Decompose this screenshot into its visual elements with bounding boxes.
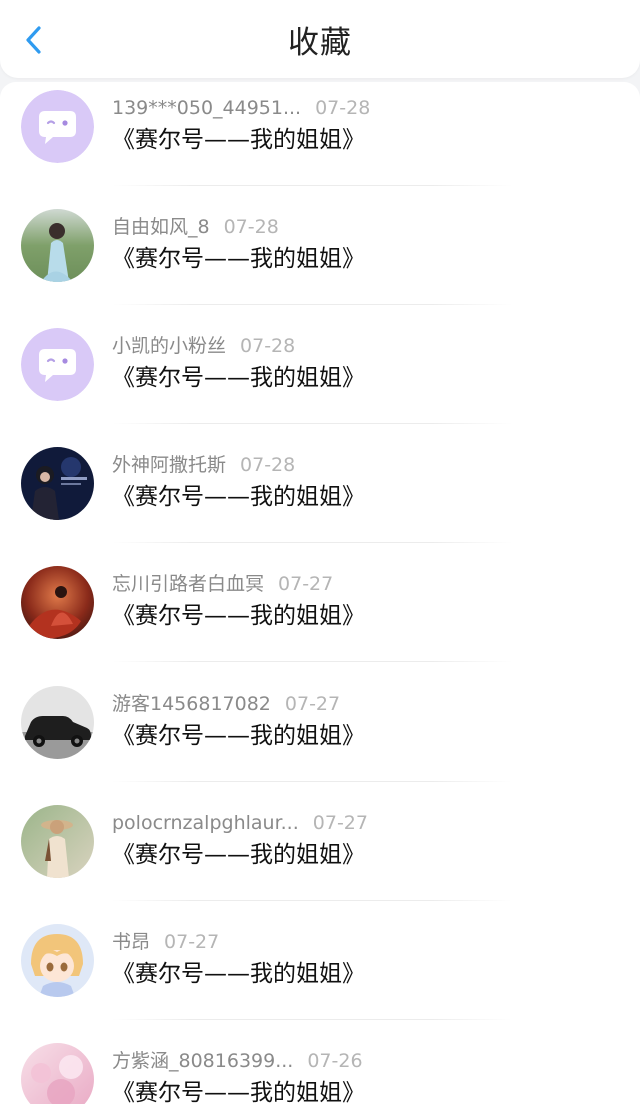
list-item[interactable]: 小凯的小粉丝 07-28 《赛尔号——我的姐姐》 xyxy=(0,320,640,439)
username: 方紫涵_80816399... xyxy=(112,1050,294,1072)
item-date: 07-28 xyxy=(240,454,296,476)
list-item[interactable]: 忘川引路者白血冥 07-27 《赛尔号——我的姐姐》 xyxy=(0,558,640,677)
item-date: 07-28 xyxy=(240,335,296,357)
item-date: 07-27 xyxy=(312,812,368,834)
list-item[interactable]: polocrnzalpghlaur... 07-27 《赛尔号——我的姐姐》 xyxy=(0,797,640,916)
photo-avatar-icon xyxy=(21,447,94,520)
avatar xyxy=(21,686,94,759)
photo-avatar-icon xyxy=(21,686,94,759)
divider xyxy=(112,423,512,424)
list-item[interactable]: 外神阿撒托斯 07-28 《赛尔号——我的姐姐》 xyxy=(0,439,640,558)
photo-avatar-icon xyxy=(21,805,94,878)
list-item[interactable]: 游客1456817082 07-27 《赛尔号——我的姐姐》 xyxy=(0,678,640,797)
work-title: 《赛尔号——我的姐姐》 xyxy=(112,484,365,510)
item-date: 07-26 xyxy=(307,1050,363,1072)
username: 游客1456817082 xyxy=(112,693,271,715)
username: 外神阿撒托斯 xyxy=(112,454,227,476)
item-date: 07-28 xyxy=(223,216,279,238)
default-chat-avatar-icon xyxy=(21,328,94,401)
divider xyxy=(112,304,512,305)
work-title: 《赛尔号——我的姐姐》 xyxy=(112,1080,365,1104)
default-chat-avatar-icon xyxy=(21,90,94,163)
work-title: 《赛尔号——我的姐姐》 xyxy=(112,842,365,868)
item-date: 07-27 xyxy=(278,573,334,595)
list-item[interactable]: 书昂 07-27 《赛尔号——我的姐姐》 xyxy=(0,916,640,1035)
favorites-list: 139***050_44951... 07-28 《赛尔号——我的姐姐》 自由如… xyxy=(0,82,640,1104)
avatar xyxy=(21,328,94,401)
photo-avatar-icon xyxy=(21,1043,94,1104)
page-title: 收藏 xyxy=(288,25,352,61)
item-meta: 忘川引路者白血冥 07-27 xyxy=(112,570,333,598)
photo-avatar-icon xyxy=(21,209,94,282)
divider xyxy=(112,781,512,782)
item-meta: 139***050_44951... 07-28 xyxy=(112,94,370,122)
username: 139***050_44951... xyxy=(112,97,302,119)
divider xyxy=(112,542,512,543)
avatar xyxy=(21,1043,94,1104)
item-meta: 小凯的小粉丝 07-28 xyxy=(112,332,295,360)
item-meta: 自由如风_8 07-28 xyxy=(112,213,279,241)
avatar xyxy=(21,447,94,520)
work-title: 《赛尔号——我的姐姐》 xyxy=(112,603,365,629)
item-date: 07-27 xyxy=(284,693,341,715)
divider xyxy=(112,185,512,186)
item-date: 07-27 xyxy=(164,931,220,953)
photo-avatar-icon xyxy=(21,566,94,639)
work-title: 《赛尔号——我的姐姐》 xyxy=(112,246,365,272)
work-title: 《赛尔号——我的姐姐》 xyxy=(112,127,365,153)
username: 书昂 xyxy=(112,931,151,953)
work-title: 《赛尔号——我的姐姐》 xyxy=(112,961,365,987)
work-title: 《赛尔号——我的姐姐》 xyxy=(112,365,365,391)
username: 小凯的小粉丝 xyxy=(112,335,227,357)
divider xyxy=(112,661,512,662)
item-date: 07-28 xyxy=(315,97,371,119)
work-title: 《赛尔号——我的姐姐》 xyxy=(112,723,365,749)
list-item[interactable]: 139***050_44951... 07-28 《赛尔号——我的姐姐》 xyxy=(0,82,640,201)
list-item[interactable]: 自由如风_8 07-28 《赛尔号——我的姐姐》 xyxy=(0,201,640,320)
list-item[interactable]: 方紫涵_80816399... 07-26 《赛尔号——我的姐姐》 xyxy=(0,1035,640,1104)
username: polocrnzalpghlaur... xyxy=(112,812,299,834)
avatar xyxy=(21,924,94,997)
item-meta: polocrnzalpghlaur... 07-27 xyxy=(112,809,368,837)
divider xyxy=(112,900,512,901)
item-meta: 书昂 07-27 xyxy=(112,928,219,956)
item-meta: 游客1456817082 07-27 xyxy=(112,690,340,718)
avatar xyxy=(21,805,94,878)
item-meta: 方紫涵_80816399... 07-26 xyxy=(112,1047,363,1075)
avatar xyxy=(21,90,94,163)
username: 自由如风_8 xyxy=(112,216,210,238)
divider xyxy=(112,1019,512,1020)
item-meta: 外神阿撒托斯 07-28 xyxy=(112,451,295,479)
avatar xyxy=(21,566,94,639)
avatar xyxy=(21,209,94,282)
top-nav-bar: 收藏 xyxy=(0,0,640,78)
username: 忘川引路者白血冥 xyxy=(112,573,265,595)
anime-avatar-icon xyxy=(21,924,94,997)
